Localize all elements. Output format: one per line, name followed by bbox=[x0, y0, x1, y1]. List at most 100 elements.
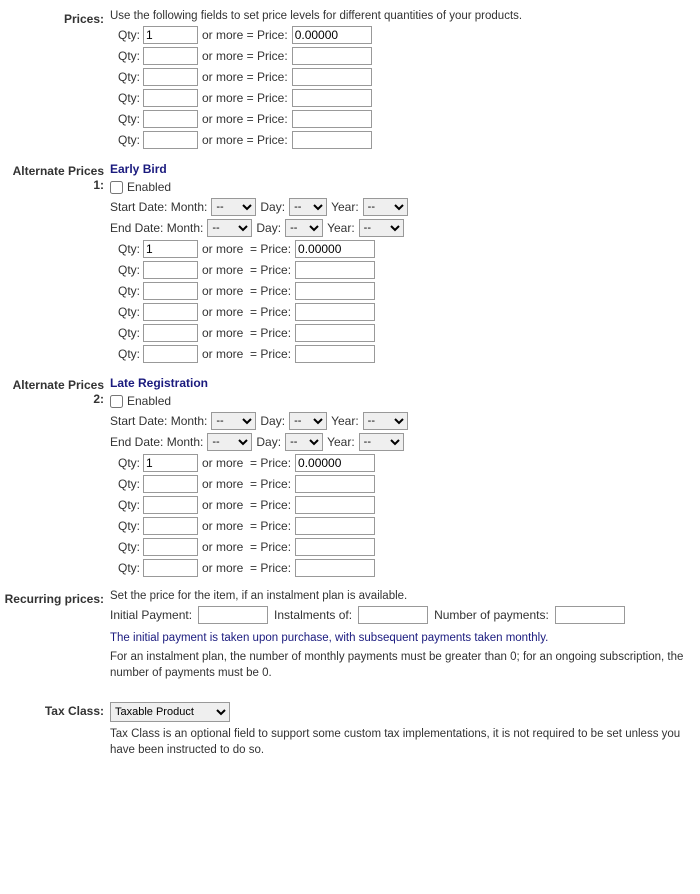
alt2-price-input-3[interactable] bbox=[295, 496, 375, 514]
alt2-price-input-6[interactable] bbox=[295, 559, 375, 577]
enabled-checkbox-1[interactable] bbox=[110, 181, 123, 194]
tax-class-label: Tax Class: bbox=[0, 702, 110, 718]
alt1-or-more-2: or more = Price: bbox=[202, 263, 291, 277]
alt2-qty-input-2[interactable] bbox=[143, 475, 198, 493]
alt1-or-more-4: or more = Price: bbox=[202, 305, 291, 319]
start-day-select-1[interactable]: -- bbox=[289, 198, 327, 216]
end-date-row-2: End Date: Month: -- Day: -- Year: -- bbox=[110, 433, 700, 451]
qty-input-1[interactable] bbox=[143, 26, 198, 44]
qty-input-5[interactable] bbox=[143, 110, 198, 128]
alternate-prices-1-content: Early Bird Enabled Start Date: Month: --… bbox=[110, 162, 700, 366]
alt2-price-input-4[interactable] bbox=[295, 517, 375, 535]
end-date-label-1: End Date: Month: bbox=[110, 221, 203, 235]
alt2-qty-label-4: Qty: bbox=[110, 519, 140, 533]
end-year-label-2: Year: bbox=[327, 435, 355, 449]
prices-label: Prices: bbox=[0, 10, 110, 26]
num-payments-input[interactable] bbox=[555, 606, 625, 624]
alt1-price-input-4[interactable] bbox=[295, 303, 375, 321]
end-year-label-1: Year: bbox=[327, 221, 355, 235]
alt1-qty-label-2: Qty: bbox=[110, 263, 140, 277]
alt1-qty-input-3[interactable] bbox=[143, 282, 198, 300]
alt2-qty-label-3: Qty: bbox=[110, 498, 140, 512]
alt2-or-more-1: or more = Price: bbox=[202, 456, 291, 470]
alt1-price-input-3[interactable] bbox=[295, 282, 375, 300]
alt2-price-input-1[interactable] bbox=[295, 454, 375, 472]
start-date-label-2: Start Date: Month: bbox=[110, 414, 207, 428]
prices-content: Use the following fields to set price le… bbox=[110, 10, 700, 152]
alt2-price-input-5[interactable] bbox=[295, 538, 375, 556]
or-more-4: or more = Price: bbox=[202, 91, 288, 105]
start-year-select-1[interactable]: -- bbox=[363, 198, 408, 216]
or-more-6: or more = Price: bbox=[202, 133, 288, 147]
recurring-info-row: Initial Payment: Instalments of: Number … bbox=[110, 606, 700, 624]
alt1-price-input-1[interactable] bbox=[295, 240, 375, 258]
alt1-qty-input-1[interactable] bbox=[143, 240, 198, 258]
enabled-label-2: Enabled bbox=[127, 394, 171, 408]
price-input-4[interactable] bbox=[292, 89, 372, 107]
alt2-qty-input-4[interactable] bbox=[143, 517, 198, 535]
alt2-or-more-2: or more = Price: bbox=[202, 477, 291, 491]
alt1-qty-label-5: Qty: bbox=[110, 326, 140, 340]
qty-input-6[interactable] bbox=[143, 131, 198, 149]
enabled-checkbox-2[interactable] bbox=[110, 395, 123, 408]
alt1-qty-label-3: Qty: bbox=[110, 284, 140, 298]
initial-payment-input[interactable] bbox=[198, 606, 268, 624]
alt1-qty-input-6[interactable] bbox=[143, 345, 198, 363]
recurring-prices-content: Set the price for the item, if an instal… bbox=[110, 590, 700, 684]
price-input-3[interactable] bbox=[292, 68, 372, 86]
alt2-qty-label-2: Qty: bbox=[110, 477, 140, 491]
qty-input-3[interactable] bbox=[143, 68, 198, 86]
alt2-price-input-2[interactable] bbox=[295, 475, 375, 493]
alt1-or-more-1: or more = Price: bbox=[202, 242, 291, 256]
end-year-select-2[interactable]: -- bbox=[359, 433, 404, 451]
end-day-select-1[interactable]: -- bbox=[285, 219, 323, 237]
alt1-price-input-2[interactable] bbox=[295, 261, 375, 279]
recurring-note-2: For an instalment plan, the number of mo… bbox=[110, 649, 700, 681]
price-row-6: Qty: or more = Price: bbox=[110, 131, 700, 149]
tax-class-section: Tax Class: Taxable Product None Shipping… bbox=[0, 702, 700, 758]
qty-input-4[interactable] bbox=[143, 89, 198, 107]
alt2-price-row-3: Qty: or more = Price: bbox=[110, 496, 700, 514]
price-input-6[interactable] bbox=[292, 131, 372, 149]
start-month-select-1[interactable]: -- bbox=[211, 198, 256, 216]
start-day-label-1: Day: bbox=[260, 200, 285, 214]
qty-label-3: Qty: bbox=[110, 70, 140, 84]
alt1-qty-input-5[interactable] bbox=[143, 324, 198, 342]
price-row-4: Qty: or more = Price: bbox=[110, 89, 700, 107]
end-year-select-1[interactable]: -- bbox=[359, 219, 404, 237]
alt2-price-row-1: Qty: or more = Price: bbox=[110, 454, 700, 472]
alt1-qty-label-4: Qty: bbox=[110, 305, 140, 319]
alt1-qty-label-1: Qty: bbox=[110, 242, 140, 256]
alt1-price-input-6[interactable] bbox=[295, 345, 375, 363]
enabled-row-2: Enabled bbox=[110, 394, 700, 408]
instalments-input[interactable] bbox=[358, 606, 428, 624]
alt2-qty-input-6[interactable] bbox=[143, 559, 198, 577]
price-row-1: Qty: or more = Price: bbox=[110, 26, 700, 44]
alt1-price-input-5[interactable] bbox=[295, 324, 375, 342]
prices-description: Use the following fields to set price le… bbox=[110, 10, 700, 22]
start-month-select-2[interactable]: -- bbox=[211, 412, 256, 430]
alt2-qty-input-5[interactable] bbox=[143, 538, 198, 556]
start-day-label-2: Day: bbox=[260, 414, 285, 428]
alt1-price-row-3: Qty: or more = Price: bbox=[110, 282, 700, 300]
enabled-label-1: Enabled bbox=[127, 180, 171, 194]
alt1-qty-input-2[interactable] bbox=[143, 261, 198, 279]
tax-class-select[interactable]: Taxable Product None Shipping bbox=[110, 702, 230, 722]
end-day-select-2[interactable]: -- bbox=[285, 433, 323, 451]
start-year-select-2[interactable]: -- bbox=[363, 412, 408, 430]
qty-input-2[interactable] bbox=[143, 47, 198, 65]
alt1-qty-input-4[interactable] bbox=[143, 303, 198, 321]
qty-label-4: Qty: bbox=[110, 91, 140, 105]
end-month-select-2[interactable]: -- bbox=[207, 433, 252, 451]
alt1-or-more-5: or more = Price: bbox=[202, 326, 291, 340]
alt2-qty-input-1[interactable] bbox=[143, 454, 198, 472]
alt2-qty-input-3[interactable] bbox=[143, 496, 198, 514]
qty-label-6: Qty: bbox=[110, 133, 140, 147]
price-input-1[interactable] bbox=[292, 26, 372, 44]
price-input-2[interactable] bbox=[292, 47, 372, 65]
num-payments-label: Number of payments: bbox=[434, 608, 549, 622]
price-input-5[interactable] bbox=[292, 110, 372, 128]
start-day-select-2[interactable]: -- bbox=[289, 412, 327, 430]
end-month-select-1[interactable]: -- bbox=[207, 219, 252, 237]
alt1-price-row-4: Qty: or more = Price: bbox=[110, 303, 700, 321]
